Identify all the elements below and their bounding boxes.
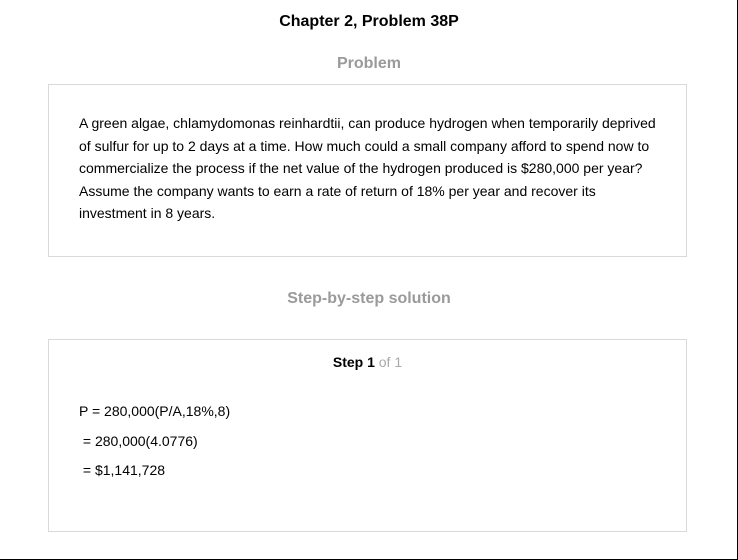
step-header: Step 1 of 1 (49, 353, 686, 371)
solution-heading: Step-by-step solution (287, 290, 451, 307)
problem-box: A green algae, chlamydomonas reinhardtii… (48, 84, 687, 257)
problem-text: A green algae, chlamydomonas reinhardtii… (79, 115, 656, 221)
step-count: of 1 (378, 354, 403, 370)
solution-line: P = 280,000(P/A,18%,8) (79, 403, 231, 419)
solution-line: = $1,141,728 (79, 462, 166, 478)
page-title: Chapter 2, Problem 38P (279, 13, 459, 30)
problem-heading: Problem (336, 55, 401, 72)
step-label: Step 1 (332, 354, 375, 370)
solution-box: Step 1 of 1 P = 280,000(P/A,18%,8) = 280… (48, 339, 687, 532)
solution-line: = 280,000(4.0776) (79, 433, 198, 449)
